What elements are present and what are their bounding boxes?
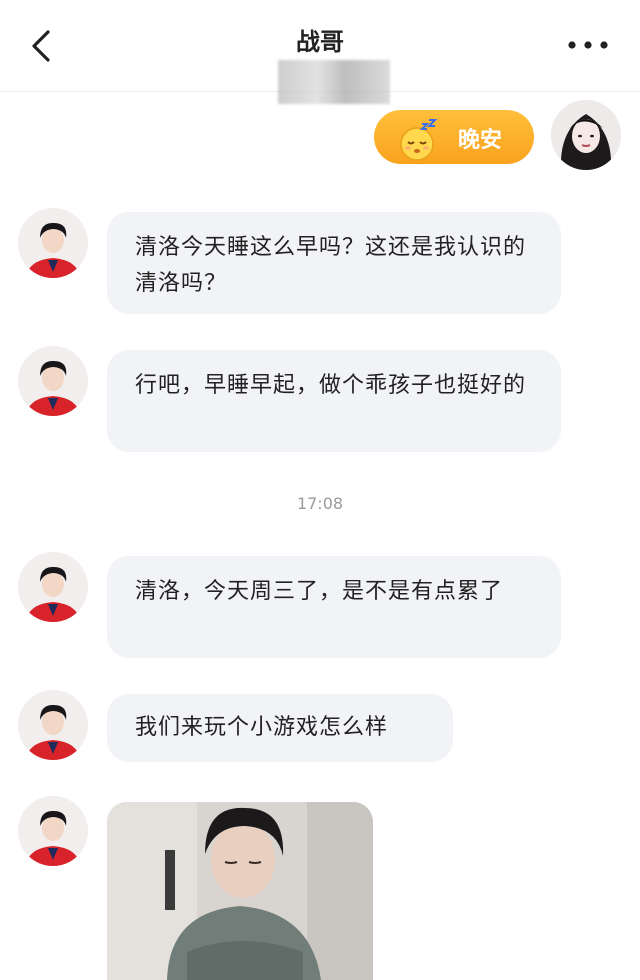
goodnight-sticker[interactable]: 晚安 <box>374 110 534 164</box>
message-bubble: 行吧，早睡早起，做个乖孩子也挺好的 <box>107 350 561 452</box>
contact-avatar[interactable] <box>18 690 88 760</box>
my-avatar[interactable] <box>551 100 621 170</box>
message-bubble: 我们来玩个小游戏怎么样 <box>107 694 453 762</box>
sticker-text: 晚安 <box>458 128 503 153</box>
more-options-icon[interactable] <box>566 30 610 60</box>
contact-avatar[interactable] <box>18 346 88 416</box>
contact-avatar[interactable] <box>18 208 88 278</box>
image-message[interactable] <box>107 802 373 980</box>
contact-avatar[interactable] <box>18 552 88 622</box>
chat-title: 战哥 <box>296 28 344 56</box>
contact-avatar[interactable] <box>18 796 88 866</box>
redacted-area <box>278 60 390 104</box>
message-bubble: 清洛，今天周三了，是不是有点累了 <box>107 556 561 658</box>
sleeping-face-icon <box>400 119 438 161</box>
timestamp: 17:08 <box>296 494 344 513</box>
message-bubble: 清洛今天睡这么早吗？这还是我认识的清洛吗？ <box>107 212 561 314</box>
